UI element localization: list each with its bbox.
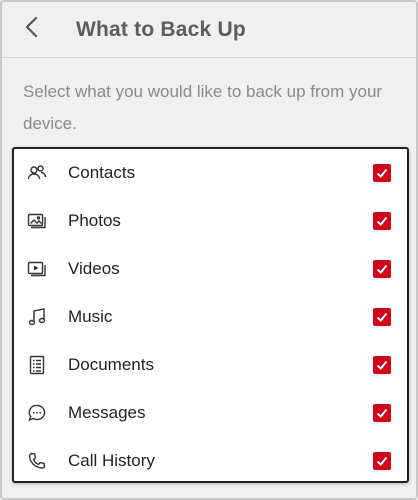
contacts-icon bbox=[26, 162, 48, 184]
call-history-icon bbox=[26, 450, 48, 472]
chevron-left-icon bbox=[24, 16, 40, 43]
photos-icon bbox=[26, 210, 48, 232]
checkbox-checked[interactable] bbox=[373, 164, 391, 182]
item-label: Music bbox=[68, 307, 113, 326]
back-button[interactable] bbox=[2, 2, 62, 58]
item-label: Contacts bbox=[68, 163, 136, 182]
list-item-music[interactable]: Music bbox=[14, 293, 407, 341]
page-title: What to Back Up bbox=[76, 17, 246, 41]
item-label: Documents bbox=[68, 355, 154, 374]
checkbox-checked[interactable] bbox=[373, 212, 391, 230]
app-bar: What to Back Up bbox=[2, 2, 416, 58]
list-item-call-history[interactable]: Call History bbox=[14, 437, 407, 485]
music-icon bbox=[26, 306, 48, 328]
list-item-contacts[interactable]: Contacts bbox=[14, 149, 407, 197]
list-item-videos[interactable]: Videos bbox=[14, 245, 407, 293]
checkbox-checked[interactable] bbox=[373, 356, 391, 374]
list-item-messages[interactable]: Messages bbox=[14, 389, 407, 437]
backup-options-list: Contacts Photos Videos Music Documents M… bbox=[12, 147, 409, 483]
description-text: Select what you would like to back up fr… bbox=[23, 82, 383, 133]
messages-icon bbox=[26, 402, 48, 424]
backup-screen: What to Back Up Select what you would li… bbox=[0, 0, 418, 500]
checkbox-checked[interactable] bbox=[373, 452, 391, 470]
item-label: Videos bbox=[68, 259, 120, 278]
item-label: Messages bbox=[68, 403, 146, 422]
checkbox-checked[interactable] bbox=[373, 308, 391, 326]
item-label: Call History bbox=[68, 451, 155, 470]
list-item-documents[interactable]: Documents bbox=[14, 341, 407, 389]
list-item-photos[interactable]: Photos bbox=[14, 197, 407, 245]
documents-icon bbox=[26, 354, 48, 376]
checkbox-checked[interactable] bbox=[373, 404, 391, 422]
item-label: Photos bbox=[68, 211, 121, 230]
videos-icon bbox=[26, 258, 48, 280]
checkbox-checked[interactable] bbox=[373, 260, 391, 278]
